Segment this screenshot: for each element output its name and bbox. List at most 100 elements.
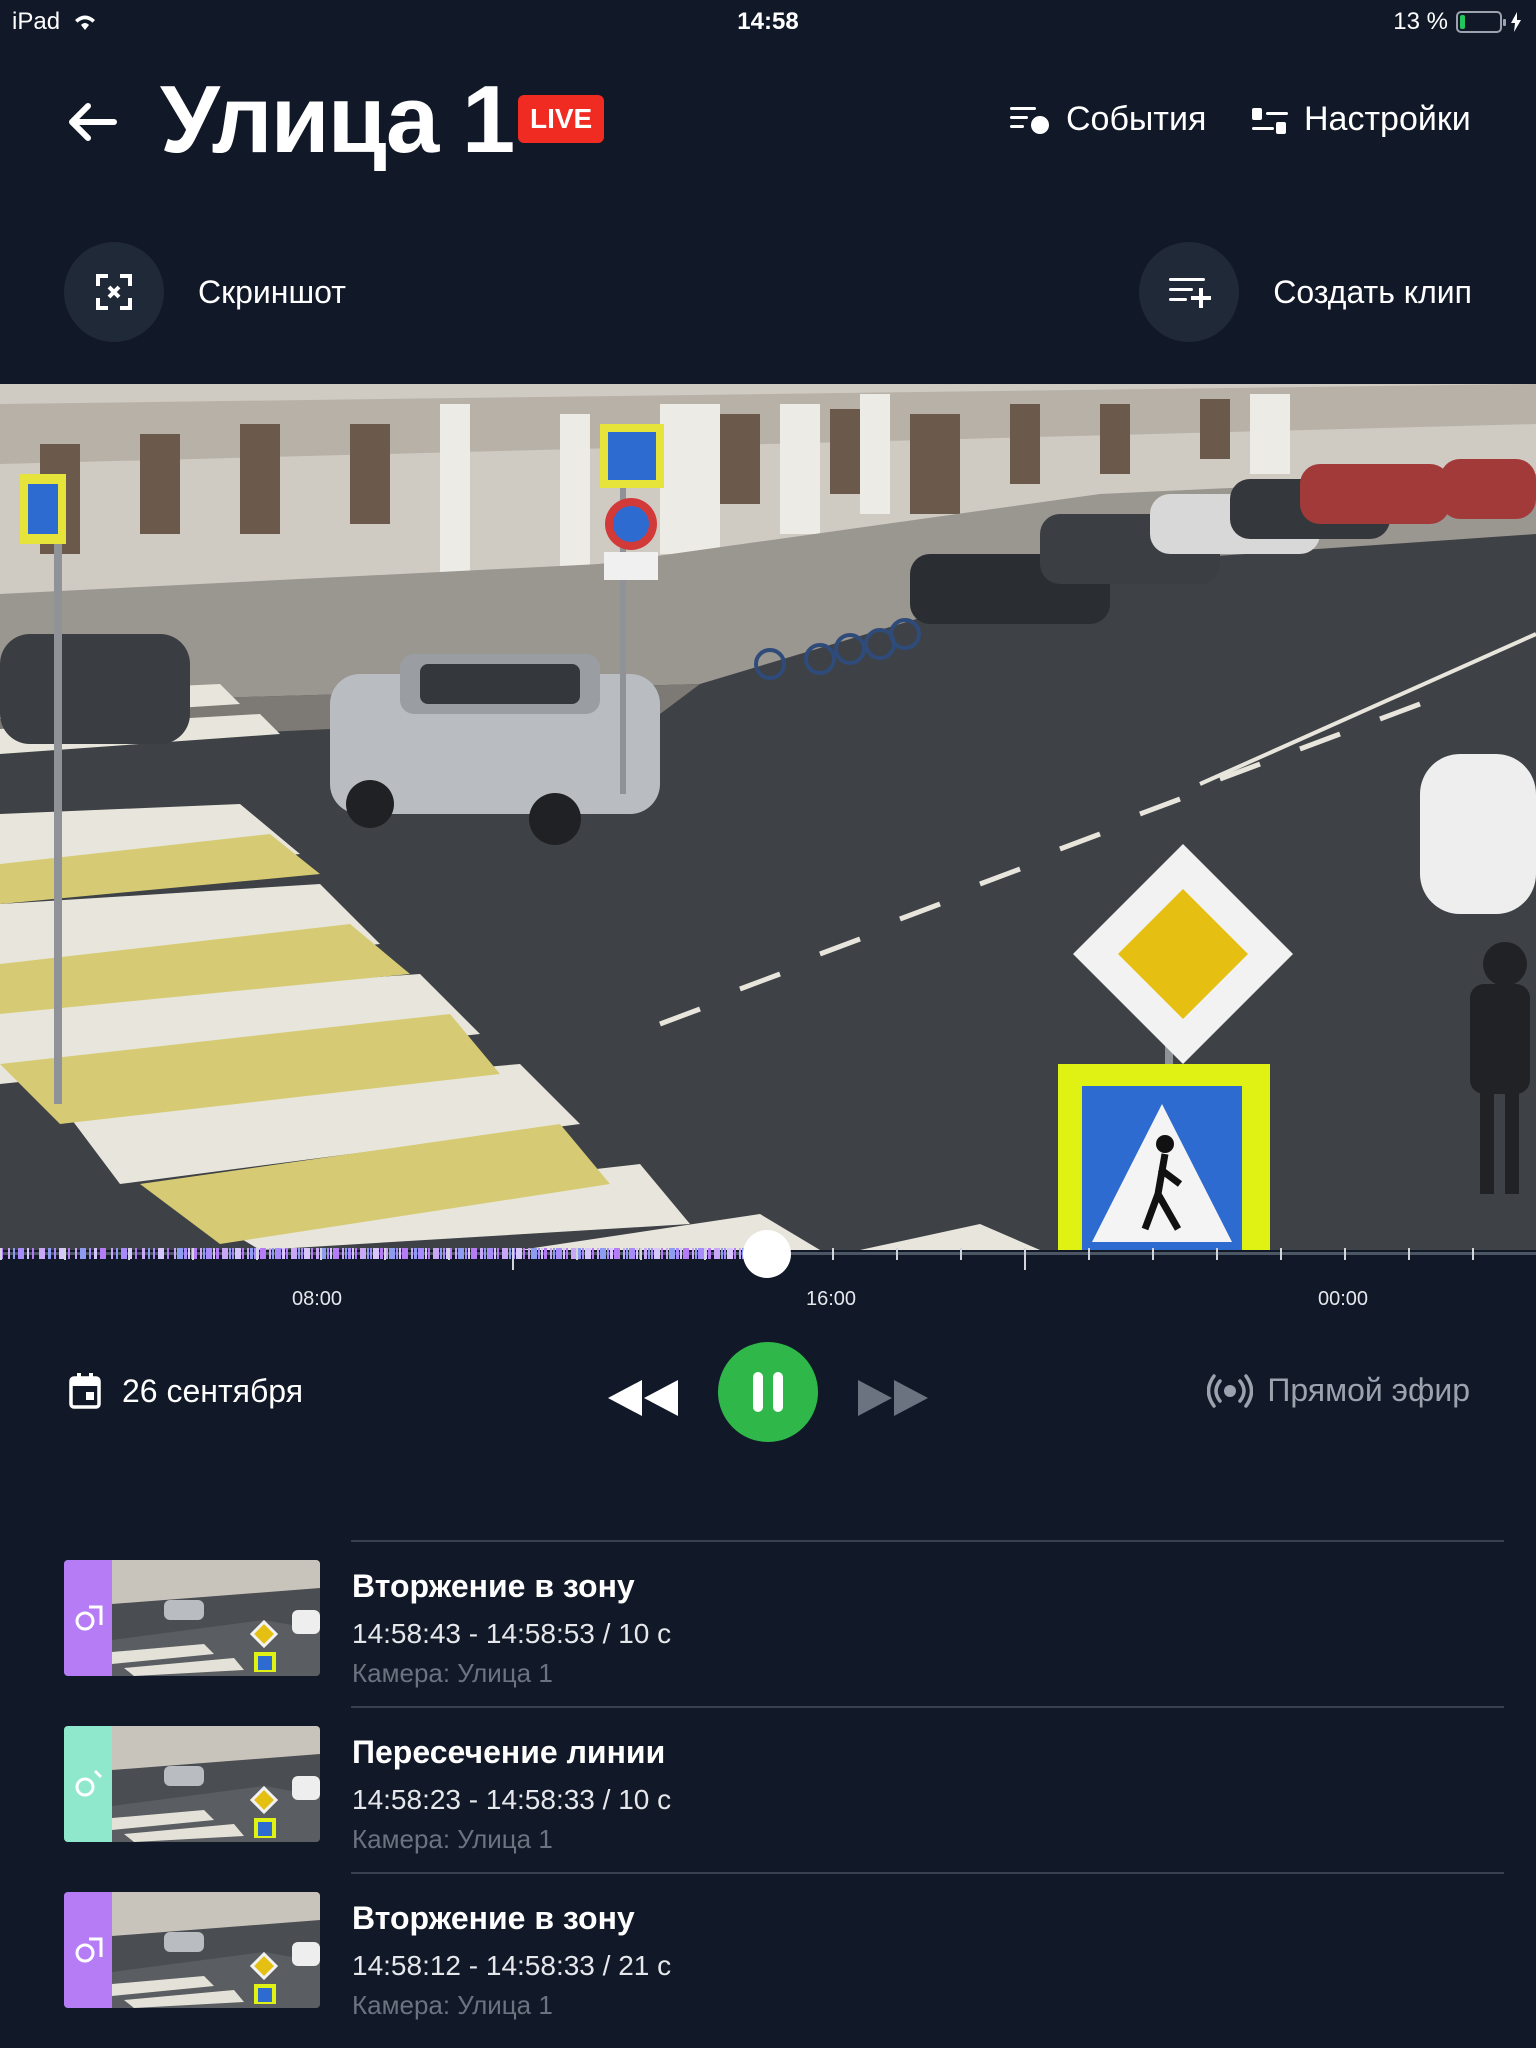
recorded-segment: [247, 1248, 249, 1259]
recorded-segment: [402, 1248, 408, 1259]
timeline-tick: [512, 1248, 514, 1270]
zone-icon: [75, 1605, 103, 1631]
screenshot-button[interactable]: Скриншот: [64, 242, 346, 342]
recorded-segment: [174, 1248, 176, 1259]
recorded-segment: [484, 1248, 486, 1259]
settings-label: Настройки: [1304, 100, 1471, 138]
header: Улица 1 LIVE События Настройки: [0, 62, 1536, 178]
recorded-segment: [272, 1248, 274, 1259]
recorded-segment: [487, 1248, 493, 1259]
timeline-tick: [1280, 1248, 1282, 1260]
timeline-playhead[interactable]: [743, 1230, 791, 1278]
line-cross-icon: [75, 1769, 103, 1797]
recorded-segment: [232, 1248, 234, 1259]
street-scene-image: [0, 384, 1536, 1250]
create-clip-button[interactable]: Создать клип: [1139, 242, 1472, 342]
recorded-segment: [275, 1248, 281, 1259]
event-item[interactable]: Вторжение в зону 14:58:12 - 14:58:33 / 21…: [64, 1872, 1504, 2038]
back-button[interactable]: [62, 92, 122, 152]
recorded-segment: [380, 1248, 383, 1259]
recorded-segment: [629, 1248, 635, 1259]
recorded-segment: [683, 1248, 689, 1259]
rewind-icon: [608, 1380, 678, 1416]
recorded-segment: [142, 1248, 145, 1259]
event-item[interactable]: Вторжение в зону 14:58:43 - 14:58:53 / 10…: [64, 1540, 1504, 1706]
recorded-segment: [291, 1248, 297, 1259]
add-clip-icon: [1169, 278, 1212, 308]
recorded-segment: [153, 1248, 155, 1259]
pause-button[interactable]: [718, 1342, 818, 1447]
recorded-segment: [348, 1248, 351, 1259]
timeline-tick: [384, 1248, 386, 1260]
event-type-tag: [64, 1726, 112, 1842]
timeline-tick: [640, 1248, 642, 1260]
recorded-segment: [216, 1248, 219, 1259]
recorded-segment: [708, 1248, 711, 1259]
live-stream-button[interactable]: Прямой эфир: [1207, 1372, 1470, 1409]
recorded-segment: [54, 1248, 56, 1259]
rewind-button[interactable]: [606, 1378, 680, 1423]
recorded-segment: [734, 1248, 736, 1259]
recorded-segment: [89, 1248, 91, 1259]
recorded-segment: [428, 1248, 430, 1259]
clip-icon-circle: [1139, 242, 1240, 342]
timeline-tick: [832, 1248, 834, 1260]
screenshot-icon-circle: [64, 242, 164, 342]
recorded-segment: [440, 1248, 442, 1259]
event-title: Вторжение в зону: [352, 1900, 635, 1936]
recorded-segment: [425, 1248, 427, 1259]
fast-forward-button[interactable]: [856, 1378, 930, 1423]
events-label: События: [1066, 100, 1207, 138]
date-picker[interactable]: 26 сентября: [68, 1372, 303, 1410]
recorded-segment: [414, 1248, 417, 1259]
event-camera: Камера: Улица 1: [352, 1990, 553, 2020]
timeline-tick: [1408, 1248, 1410, 1260]
timeline-tick: [320, 1248, 322, 1260]
recorded-segment: [516, 1248, 522, 1259]
recorded-segment: [651, 1248, 653, 1259]
recorded-segment: [669, 1248, 675, 1259]
recorded-segment: [206, 1248, 212, 1259]
recorded-segment: [135, 1248, 137, 1259]
timeline-label-00: 00:00: [1318, 1288, 1369, 1310]
event-divider: [351, 1540, 1504, 1542]
event-type-tag: [64, 1892, 112, 2008]
camera-video[interactable]: [0, 384, 1536, 1250]
recorded-segment: [739, 1248, 741, 1259]
recorded-segment: [626, 1248, 628, 1259]
recorded-segment: [644, 1248, 647, 1259]
recorded-segment: [352, 1248, 354, 1259]
recorded-segment: [94, 1248, 97, 1259]
recorded-segment: [316, 1248, 319, 1259]
timeline-scrubber[interactable]: [0, 1230, 1536, 1308]
arrow-left-icon: [69, 103, 117, 141]
timeline-tick: [1216, 1248, 1218, 1260]
recorded-segment: [582, 1248, 584, 1259]
timeline-tick: [576, 1248, 578, 1260]
recorded-segment: [242, 1248, 244, 1259]
event-item[interactable]: Пересечение линии 14:58:23 - 14:58:33 / 1…: [64, 1706, 1504, 1872]
recorded-segment: [695, 1248, 697, 1259]
recorded-segment: [386, 1248, 388, 1259]
recorded-segment: [330, 1248, 332, 1259]
recorded-segment: [116, 1248, 118, 1259]
recorded-segment: [563, 1248, 565, 1259]
recorded-segment: [342, 1248, 344, 1259]
recorded-segment: [411, 1248, 413, 1259]
events-button[interactable]: События: [1008, 100, 1206, 139]
recorded-segment: [592, 1248, 594, 1259]
recorded-segment: [455, 1248, 457, 1259]
recorded-segment: [698, 1248, 704, 1259]
recorded-segment: [213, 1248, 215, 1259]
recorded-segment: [188, 1248, 190, 1259]
recorded-segment: [304, 1248, 310, 1259]
recorded-segment: [654, 1248, 660, 1259]
recorded-segment: [355, 1248, 357, 1259]
recorded-segment: [229, 1248, 231, 1259]
recorded-segment: [721, 1248, 723, 1259]
fast-forward-icon: [858, 1380, 928, 1416]
settings-button[interactable]: Настройки: [1250, 100, 1471, 139]
recorded-segment: [676, 1248, 679, 1259]
timeline-label-08: 08:00: [292, 1288, 343, 1310]
recorded-segment: [597, 1248, 599, 1259]
